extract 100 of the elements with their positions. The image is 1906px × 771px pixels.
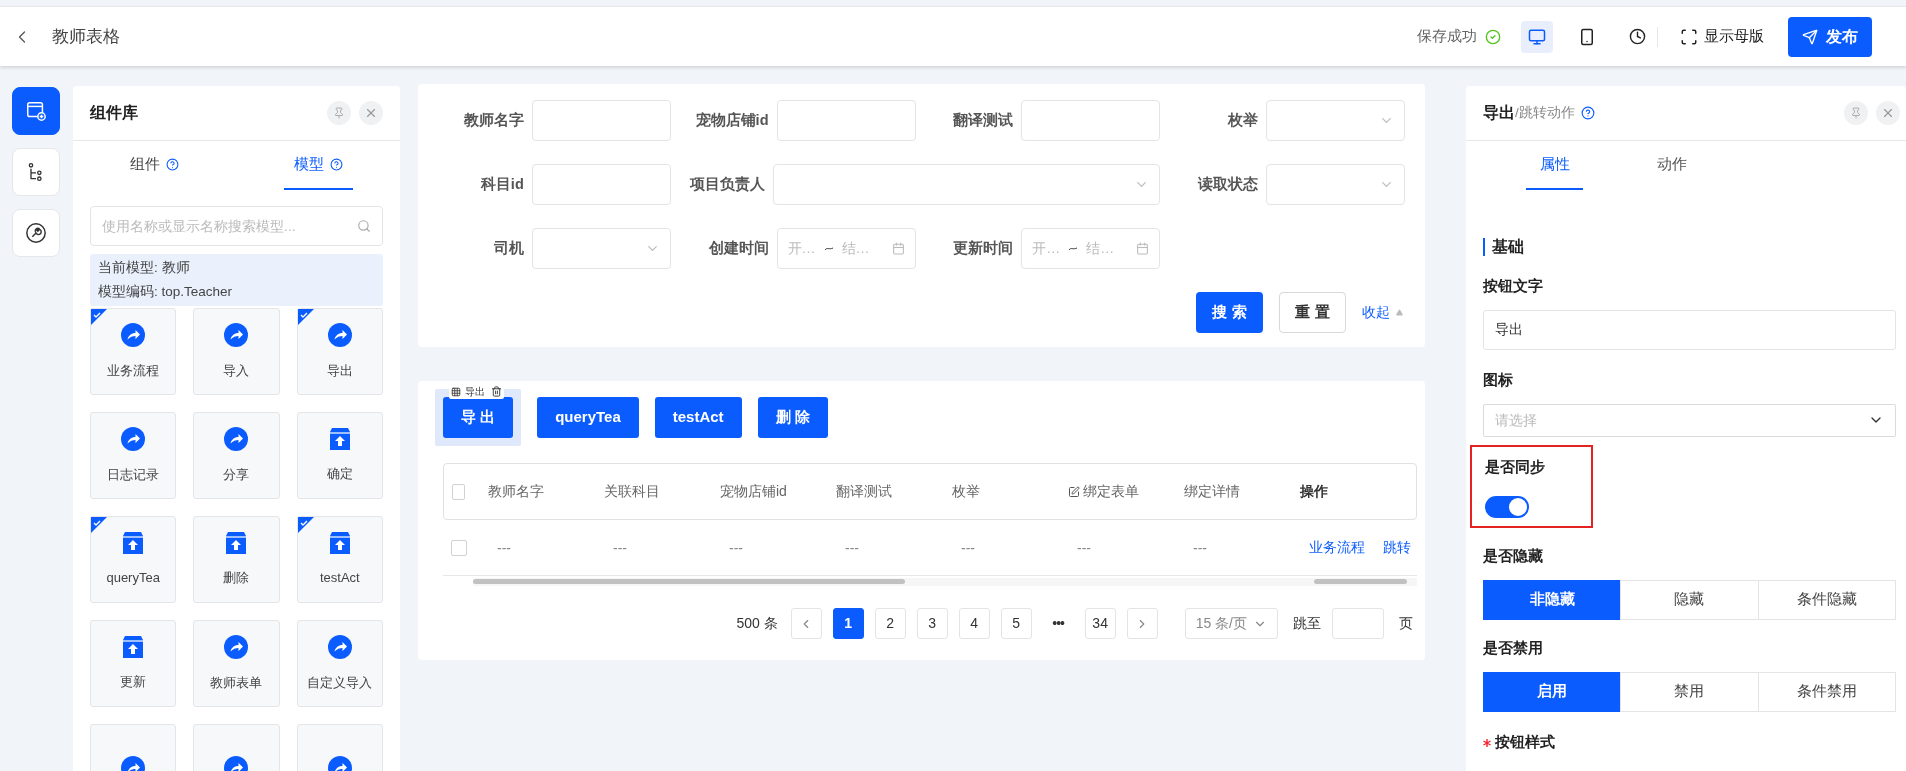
model-info-line: 模型编码: top.Teacher	[98, 283, 234, 301]
field-label: 科目id	[479, 174, 525, 194]
panel-tab[interactable]: 属性	[1526, 141, 1583, 190]
page-button[interactable]: 34	[1084, 608, 1116, 639]
component-tile[interactable]: 日志记录	[90, 412, 177, 499]
collapse-link[interactable]: 收起	[1362, 302, 1403, 323]
tile-label: testAct	[319, 568, 360, 587]
close-button[interactable]	[359, 101, 383, 125]
help-icon[interactable]	[1580, 106, 1595, 120]
component-tile[interactable]: 业务流程	[90, 308, 177, 395]
panel-tab[interactable]: 组件	[120, 141, 190, 190]
field-label: 读取状态	[1196, 174, 1259, 194]
page-jump-field[interactable]	[1332, 608, 1384, 639]
field-label: 图标	[1483, 370, 1514, 390]
component-tile[interactable]: testAct	[296, 516, 383, 603]
component-tile[interactable]: 导出	[296, 308, 383, 395]
component-tile[interactable]: 确定	[296, 412, 383, 499]
segment-option[interactable]: 非隐藏	[1483, 580, 1622, 620]
search-button[interactable]: 搜 索	[1196, 292, 1263, 333]
page-button[interactable]: 3	[916, 608, 948, 639]
segment-option[interactable]: 条件禁用	[1757, 671, 1896, 712]
end-date-placeholder: 结…	[1086, 239, 1115, 258]
page-button[interactable]: 1	[832, 608, 864, 639]
desktop-view-button[interactable]	[1521, 20, 1553, 53]
tile-label: queryTea	[106, 568, 160, 587]
component-tile[interactable]: queryTea	[90, 516, 177, 603]
column-header: 绑定详情	[1184, 482, 1240, 501]
page-button[interactable]: 2	[874, 608, 906, 639]
text-field[interactable]	[531, 164, 671, 205]
action-button[interactable]: testAct	[654, 397, 742, 438]
panel-tab[interactable]: 动作	[1643, 141, 1700, 190]
panel-title: 导出	[1483, 103, 1515, 123]
pin-button[interactable]	[1844, 101, 1868, 125]
table-cell: ---	[1077, 539, 1091, 556]
component-tile[interactable]: 更新	[90, 620, 177, 707]
column-header: 绑定表单	[1083, 482, 1139, 501]
component-tile[interactable]: 教师表单	[193, 620, 280, 707]
action-button[interactable]: queryTea	[537, 397, 639, 438]
show-master-button[interactable]: 显示母版	[1680, 25, 1764, 48]
scrollbar-thumb[interactable]	[1314, 579, 1407, 584]
page-button[interactable]: 5	[1000, 608, 1032, 639]
text-field[interactable]	[776, 100, 916, 141]
component-tile[interactable]: 自定义导入	[296, 620, 383, 707]
action-button[interactable]: 导 出	[443, 397, 514, 438]
pin-button[interactable]	[327, 101, 351, 125]
total-count: 500 条	[736, 614, 778, 633]
row-checkbox[interactable]	[451, 539, 467, 556]
component-tile[interactable]: 导入	[193, 308, 280, 395]
prev-page-button[interactable]	[790, 608, 822, 639]
text-field[interactable]	[531, 100, 671, 141]
page-button[interactable]: 4	[958, 608, 990, 639]
search-field[interactable]: 使用名称或显示名称搜索模型...	[90, 206, 383, 246]
component-tile[interactable]: 分享	[193, 412, 280, 499]
row-action-link[interactable]: 业务流程	[1309, 537, 1365, 558]
field-label: 更新时间	[952, 238, 1015, 258]
field-label: 教师名字	[462, 110, 525, 130]
help-icon	[329, 158, 343, 171]
jump-label: 跳至	[1293, 614, 1321, 633]
row-action-link[interactable]: 跳转	[1383, 537, 1411, 558]
text-field[interactable]	[1021, 100, 1161, 141]
component-tile[interactable]: 删除	[193, 516, 280, 603]
column-header: 教师名字	[488, 482, 544, 501]
reset-button[interactable]: 重 置	[1279, 292, 1346, 333]
select-field[interactable]	[773, 164, 1161, 205]
tile-label: 导出	[326, 361, 353, 380]
calendar-icon	[891, 242, 905, 255]
scrollbar-thumb[interactable]	[473, 579, 905, 584]
clock-icon	[1628, 28, 1646, 45]
triangle-up-icon	[1396, 309, 1403, 316]
publish-button[interactable]: 发布	[1788, 16, 1872, 57]
field-label: 按钮样式	[1495, 732, 1555, 752]
action-button[interactable]: 删 除	[757, 397, 828, 438]
upload-box-icon	[327, 427, 352, 450]
pin-icon	[1850, 107, 1862, 119]
field-label: 按钮文字	[1483, 277, 1544, 296]
text-field[interactable]: 导出	[1483, 309, 1896, 350]
success-icon	[1485, 28, 1501, 45]
tile-label: 导入	[223, 361, 250, 380]
monitor-icon	[1528, 27, 1546, 46]
segment-option[interactable]: 条件隐藏	[1757, 580, 1896, 620]
end-date-placeholder: 结…	[841, 239, 870, 258]
field-label: 宠物店铺id	[694, 110, 770, 130]
panel-tab[interactable]: 模型	[283, 141, 353, 190]
trash-icon[interactable]	[491, 386, 502, 397]
header-checkbox[interactable]	[452, 483, 465, 500]
segment-option[interactable]: 禁用	[1620, 671, 1759, 712]
select-field[interactable]	[1266, 100, 1405, 141]
segment-option[interactable]: 隐藏	[1620, 580, 1759, 620]
page-size-select[interactable]: 15 条/页	[1184, 608, 1278, 639]
corner-check-icon	[297, 309, 314, 325]
next-page-button[interactable]	[1126, 608, 1158, 639]
segment-option[interactable]: 启用	[1483, 671, 1622, 712]
corner-check-icon	[297, 517, 314, 533]
select-field[interactable]	[1266, 164, 1405, 205]
field-label: 翻译测试	[952, 110, 1015, 130]
select-field[interactable]	[531, 228, 671, 269]
tile-label: 业务流程	[107, 361, 160, 380]
close-button[interactable]	[1876, 101, 1900, 125]
toggle-switch[interactable]	[1485, 496, 1529, 519]
rail-button[interactable]	[12, 87, 60, 135]
